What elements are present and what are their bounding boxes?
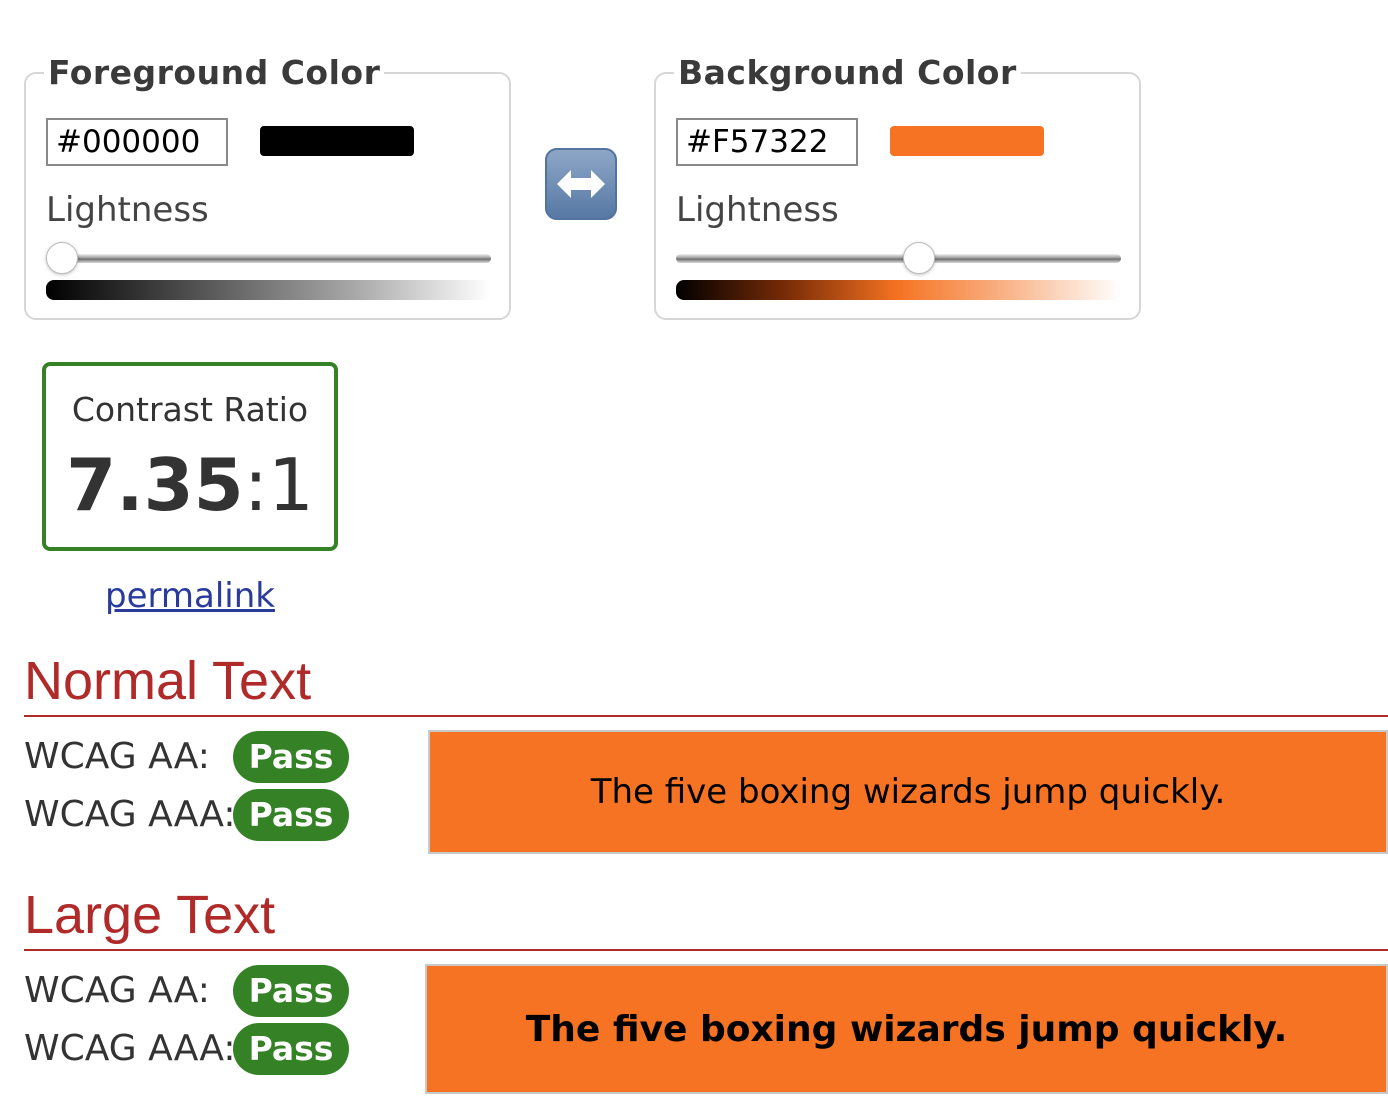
normal-text-sample: The five boxing wizards jump quickly. xyxy=(428,730,1388,854)
large-text-sample: The five boxing wizards jump quickly. xyxy=(425,964,1388,1094)
contrast-ratio-label: Contrast Ratio xyxy=(71,390,309,429)
swap-colors-button[interactable] xyxy=(545,148,617,220)
background-hex-input[interactable] xyxy=(676,118,858,166)
background-color-fieldset: Background Color Lightness xyxy=(654,54,1141,320)
foreground-legend: Foreground Color xyxy=(44,54,385,92)
foreground-lightness-gradient xyxy=(46,280,491,300)
normal-wcag-aa-label: WCAG AA: xyxy=(24,736,210,777)
contrast-checker-page: Foreground Color Lightness Background Co… xyxy=(0,0,1388,1111)
foreground-lightness-slider[interactable] xyxy=(46,254,491,263)
large-text-heading: Large Text xyxy=(24,885,276,945)
large-wcag-aa-badge: Pass xyxy=(233,965,349,1017)
large-wcag-aa-label: WCAG AA: xyxy=(24,970,210,1011)
normal-wcag-aa-badge: Pass xyxy=(233,731,349,783)
contrast-ratio-number: 7.35 xyxy=(66,443,244,527)
background-color-swatch xyxy=(890,126,1044,156)
normal-text-heading: Normal Text xyxy=(24,651,312,711)
normal-text-divider xyxy=(24,715,1388,717)
background-lightness-slider[interactable] xyxy=(676,254,1121,263)
foreground-color-swatch xyxy=(260,126,414,156)
background-legend: Background Color xyxy=(674,54,1021,92)
left-right-arrow-icon xyxy=(557,170,605,198)
contrast-ratio-suffix: :1 xyxy=(243,443,314,527)
background-lightness-label: Lightness xyxy=(676,190,839,230)
permalink-link[interactable]: permalink xyxy=(105,576,275,616)
large-wcag-aaa-label: WCAG AAA: xyxy=(24,1028,236,1069)
contrast-ratio-box: Contrast Ratio 7.35:1 xyxy=(42,362,338,551)
large-wcag-aaa-badge: Pass xyxy=(233,1023,349,1075)
large-text-divider xyxy=(24,949,1388,951)
contrast-ratio-value: 7.35:1 xyxy=(46,442,334,528)
normal-wcag-aaa-badge: Pass xyxy=(233,789,349,841)
background-lightness-thumb[interactable] xyxy=(903,242,936,274)
normal-wcag-aaa-label: WCAG AAA: xyxy=(24,794,236,835)
foreground-color-fieldset: Foreground Color Lightness xyxy=(24,54,511,320)
background-lightness-gradient xyxy=(676,280,1121,300)
foreground-lightness-label: Lightness xyxy=(46,190,209,230)
foreground-lightness-thumb[interactable] xyxy=(46,242,78,274)
foreground-hex-input[interactable] xyxy=(46,118,228,166)
